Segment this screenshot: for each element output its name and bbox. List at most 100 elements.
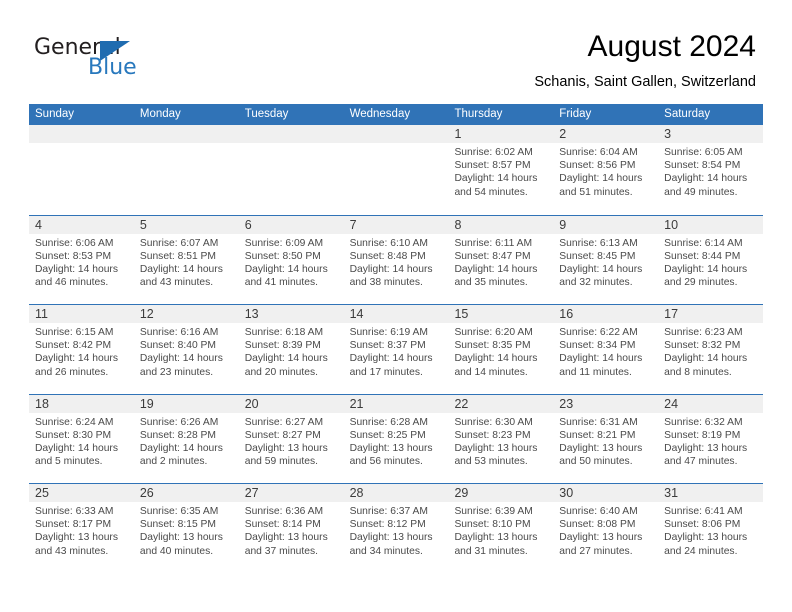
day-cell-16[interactable]: 16 Sunrise: 6:22 AM Sunset: 8:34 PM Dayligh… bbox=[553, 305, 659, 394]
day-cell-7[interactable]: 7 Sunrise: 6:10 AM Sunset: 8:48 PM Daylight… bbox=[343, 215, 449, 305]
day-details: Sunrise: 6:23 AM Sunset: 8:32 PM Daylight:… bbox=[658, 323, 763, 379]
day-cell-30[interactable]: 30 Sunrise: 6:40 AM Sunset: 8:08 PM Dayligh… bbox=[553, 484, 659, 573]
day-detail-line: and 2 minutes. bbox=[139, 456, 208, 468]
day-detail-line: Daylight: 14 hours bbox=[244, 263, 328, 275]
day-number: 12 bbox=[139, 307, 154, 321]
day-number: 24 bbox=[664, 396, 679, 411]
day-cell-22[interactable]: 22 Sunrise: 6:30 AM Sunset: 8:23 PM Dayligh… bbox=[448, 394, 554, 484]
weekday-header-wednesday: Wednesday bbox=[349, 108, 411, 120]
day-number: 16 bbox=[559, 307, 574, 321]
day-details: Sunrise: 6:22 AM Sunset: 8:34 PM Daylight:… bbox=[553, 323, 658, 379]
weekday-header-row: Sunday Monday Tuesday Wednesday Thursday Frid… bbox=[29, 104, 763, 125]
day-cell-23[interactable]: 23 Sunrise: 6:31 AM Sunset: 8:21 PM Dayligh… bbox=[553, 394, 659, 484]
day-detail-line: and 51 minutes. bbox=[559, 186, 633, 198]
day-detail-line: Sunset: 8:56 PM bbox=[559, 160, 636, 172]
day-number-band bbox=[29, 125, 134, 143]
day-number-band: 20 bbox=[238, 394, 344, 413]
day-detail-line: and 49 minutes. bbox=[664, 186, 738, 198]
day-number: 5 bbox=[139, 217, 147, 232]
day-detail-line: Sunset: 8:30 PM bbox=[35, 429, 112, 441]
day-details: Sunrise: 6:37 AM Sunset: 8:12 PM Daylight:… bbox=[344, 502, 449, 558]
day-number-band: 27 bbox=[238, 484, 344, 502]
day-detail-line: and 43 minutes. bbox=[139, 277, 214, 289]
page-header: General Blue August 2024 Schanis, Saint … bbox=[0, 0, 792, 100]
day-detail-line: Sunset: 8:25 PM bbox=[349, 429, 426, 441]
day-detail-line: and 59 minutes. bbox=[244, 456, 318, 468]
day-cell-21[interactable]: 21 Sunrise: 6:28 AM Sunset: 8:25 PM Dayligh… bbox=[343, 394, 449, 484]
page-subtitle: Schanis, Saint Gallen, Switzerland bbox=[534, 74, 756, 90]
day-detail-line: Sunrise: 6:30 AM bbox=[454, 416, 533, 428]
day-cell-13[interactable]: 13 Sunrise: 6:18 AM Sunset: 8:39 PM Dayligh… bbox=[238, 305, 344, 394]
day-detail-line: Sunrise: 6:09 AM bbox=[244, 237, 324, 249]
day-cell-4[interactable]: 4 Sunrise: 6:06 AM Sunset: 8:53 PM Daylight… bbox=[29, 215, 134, 305]
day-detail-line: Sunrise: 6:15 AM bbox=[35, 327, 114, 338]
day-number-band: 7 bbox=[343, 215, 449, 234]
day-cell-28[interactable]: 28 Sunrise: 6:37 AM Sunset: 8:12 PM Dayligh… bbox=[343, 484, 449, 573]
day-number: 26 bbox=[139, 486, 154, 500]
day-cell-31[interactable]: 31 Sunrise: 6:41 AM Sunset: 8:06 PM Dayligh… bbox=[658, 484, 764, 573]
day-cell-9[interactable]: 9 Sunrise: 6:13 AM Sunset: 8:45 PM Daylight… bbox=[553, 215, 659, 305]
day-cell-10[interactable]: 10 Sunrise: 6:14 AM Sunset: 8:44 PM Dayligh… bbox=[658, 215, 764, 305]
day-number-band: 10 bbox=[658, 215, 764, 234]
day-detail-line: Sunrise: 6:06 AM bbox=[35, 237, 114, 249]
day-cell-15[interactable]: 15 Sunrise: 6:20 AM Sunset: 8:35 PM Dayligh… bbox=[448, 305, 554, 394]
day-number-band: 26 bbox=[133, 484, 239, 502]
day-cell-8[interactable]: 8 Sunrise: 6:11 AM Sunset: 8:47 PM Daylight… bbox=[448, 215, 554, 305]
day-detail-line: Daylight: 14 hours bbox=[35, 442, 118, 454]
day-detail-line: Daylight: 14 hours bbox=[559, 353, 643, 365]
day-number-band: 23 bbox=[553, 394, 659, 413]
day-details: Sunrise: 6:10 AM Sunset: 8:48 PM Daylight:… bbox=[344, 234, 449, 290]
day-cell-5[interactable]: 5 Sunrise: 6:07 AM Sunset: 8:51 PM Daylight… bbox=[133, 215, 239, 305]
day-cell-11[interactable]: 11 Sunrise: 6:15 AM Sunset: 8:42 PM Dayligh… bbox=[29, 305, 134, 394]
day-cell-empty bbox=[133, 125, 239, 215]
day-details: Sunrise: 6:41 AM Sunset: 8:06 PM Daylight:… bbox=[658, 502, 763, 558]
day-detail-line: Daylight: 14 hours bbox=[664, 173, 748, 185]
day-number: 17 bbox=[664, 307, 679, 321]
day-detail-line: and 50 minutes. bbox=[559, 456, 633, 468]
day-cell-24[interactable]: 24 Sunrise: 6:32 AM Sunset: 8:19 PM Dayligh… bbox=[658, 394, 764, 484]
day-detail-line: Daylight: 14 hours bbox=[139, 442, 223, 454]
day-detail-line: Sunset: 8:39 PM bbox=[244, 340, 321, 352]
day-number: 30 bbox=[559, 486, 574, 500]
day-cell-12[interactable]: 12 Sunrise: 6:16 AM Sunset: 8:40 PM Dayligh… bbox=[133, 305, 239, 394]
day-detail-line: Sunset: 8:21 PM bbox=[559, 429, 636, 441]
day-cell-6[interactable]: 6 Sunrise: 6:09 AM Sunset: 8:50 PM Daylight… bbox=[238, 215, 344, 305]
day-detail-line: and 53 minutes. bbox=[454, 456, 528, 468]
day-detail-line: and 46 minutes. bbox=[35, 277, 109, 289]
day-details bbox=[134, 143, 239, 146]
day-detail-line: Sunrise: 6:19 AM bbox=[349, 327, 428, 338]
day-cell-14[interactable]: 14 Sunrise: 6:19 AM Sunset: 8:37 PM Dayligh… bbox=[343, 305, 449, 394]
day-detail-line: Daylight: 14 hours bbox=[664, 263, 748, 275]
day-detail-line: and 31 minutes. bbox=[454, 545, 528, 557]
day-cell-3[interactable]: 3 Sunrise: 6:05 AM Sunset: 8:54 PM Daylight… bbox=[658, 125, 764, 215]
day-cell-2[interactable]: 2 Sunrise: 6:04 AM Sunset: 8:56 PM Daylight… bbox=[553, 125, 659, 215]
day-details: Sunrise: 6:28 AM Sunset: 8:25 PM Daylight:… bbox=[344, 413, 449, 469]
day-detail-line: Sunset: 8:08 PM bbox=[559, 519, 636, 531]
day-cell-18[interactable]: 18 Sunrise: 6:24 AM Sunset: 8:30 PM Dayligh… bbox=[29, 394, 134, 484]
day-cell-19[interactable]: 19 Sunrise: 6:26 AM Sunset: 8:28 PM Dayligh… bbox=[133, 394, 239, 484]
day-detail-line: Daylight: 14 hours bbox=[559, 263, 643, 275]
day-number: 31 bbox=[664, 486, 679, 500]
day-cell-empty bbox=[29, 125, 134, 215]
calendar-page: General Blue August 2024 Schanis, Saint … bbox=[0, 0, 792, 612]
day-detail-line: and 27 minutes. bbox=[559, 545, 633, 557]
day-detail-line: Sunset: 8:12 PM bbox=[349, 519, 426, 531]
day-cell-26[interactable]: 26 Sunrise: 6:35 AM Sunset: 8:15 PM Dayligh… bbox=[133, 484, 239, 573]
day-cell-1[interactable]: 1 Sunrise: 6:02 AM Sunset: 8:57 PM Daylight… bbox=[448, 125, 554, 215]
day-number: 19 bbox=[139, 396, 154, 411]
day-cell-17[interactable]: 17 Sunrise: 6:23 AM Sunset: 8:32 PM Dayligh… bbox=[658, 305, 764, 394]
day-cell-25[interactable]: 25 Sunrise: 6:33 AM Sunset: 8:17 PM Dayligh… bbox=[29, 484, 134, 573]
day-detail-line: and 56 minutes. bbox=[349, 456, 423, 468]
day-detail-line: Sunset: 8:50 PM bbox=[244, 250, 321, 262]
day-detail-line: Sunrise: 6:10 AM bbox=[349, 237, 428, 249]
day-cell-27[interactable]: 27 Sunrise: 6:36 AM Sunset: 8:14 PM Dayligh… bbox=[238, 484, 344, 573]
day-number: 29 bbox=[454, 486, 469, 500]
day-detail-line: Sunrise: 6:13 AM bbox=[559, 237, 638, 249]
day-number-band: 1 bbox=[448, 125, 554, 143]
day-number-band: 5 bbox=[133, 215, 239, 234]
day-detail-line: Daylight: 13 hours bbox=[559, 532, 643, 544]
day-cell-29[interactable]: 29 Sunrise: 6:39 AM Sunset: 8:10 PM Dayligh… bbox=[448, 484, 554, 573]
day-cell-20[interactable]: 20 Sunrise: 6:27 AM Sunset: 8:27 PM Dayligh… bbox=[238, 394, 344, 484]
day-number-band: 3 bbox=[658, 125, 764, 143]
day-detail-line: Sunrise: 6:31 AM bbox=[559, 416, 638, 428]
